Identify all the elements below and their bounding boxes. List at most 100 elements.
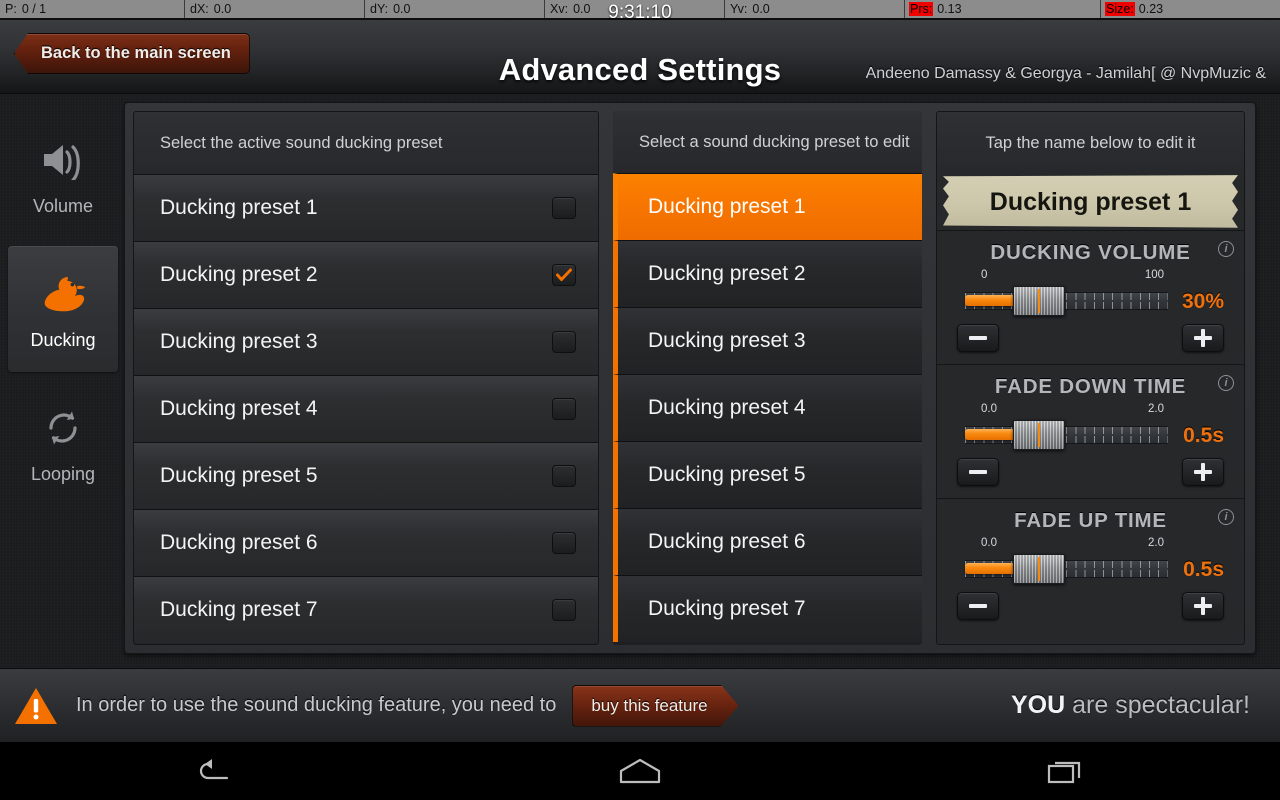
active-preset-checkbox[interactable]	[552, 398, 576, 420]
fade-up-time-control: FADE UP TIME i 0.0 2.0 0.5s	[937, 498, 1244, 632]
ducking-volume-control: DUCKING VOLUME i 0 100 30%	[937, 230, 1244, 364]
status-cell-dy: dY: 0.0	[364, 0, 544, 18]
fade-up-time-increment-button[interactable]	[1182, 592, 1224, 620]
fade-down-time-decrement-button[interactable]	[957, 458, 999, 486]
table-row[interactable]: Ducking preset 1	[134, 174, 598, 241]
control-title: DUCKING VOLUME	[990, 241, 1191, 264]
plus-icon-vertical	[1201, 597, 1205, 615]
ducking-volume-value: 30%	[1181, 290, 1224, 313]
main-content: Volume Ducking Looping Select the active…	[0, 94, 1280, 668]
praise-strong: YOU	[1010, 691, 1066, 719]
status-key: Size:	[1105, 2, 1135, 16]
control-title: FADE DOWN TIME	[994, 375, 1187, 398]
plus-icon-vertical	[1201, 329, 1205, 347]
list-item[interactable]: Ducking preset 1	[613, 173, 922, 240]
slider-thumb[interactable]	[1013, 554, 1065, 584]
ducking-volume-slider[interactable]: 30%	[951, 284, 1230, 318]
praise-message: YOU are spectacular!	[1011, 691, 1250, 720]
preset-name-field[interactable]: Ducking preset 1	[943, 175, 1238, 228]
loop-icon	[41, 402, 85, 454]
status-key: P:	[5, 2, 17, 16]
scale-labels: 0.0 2.0	[965, 403, 1208, 417]
fade-up-time-decrement-button[interactable]	[957, 592, 999, 620]
sidebar-item-looping[interactable]: Looping	[8, 380, 118, 506]
edit-preset-list-header: Select a sound ducking preset to edit	[613, 111, 922, 173]
fade-down-time-control: FADE DOWN TIME i 0.0 2.0 0.5s	[937, 364, 1244, 498]
fade-down-time-slider[interactable]: 0.5s	[951, 418, 1230, 452]
list-item[interactable]: Ducking preset 3	[613, 307, 922, 374]
status-cell-dx: dX: 0.0	[184, 0, 364, 18]
fade-up-time-slider[interactable]: 0.5s	[951, 552, 1230, 586]
list-item[interactable]: Ducking preset 7	[613, 575, 922, 642]
slider-thumb[interactable]	[1013, 286, 1065, 316]
status-value: 0.23	[1138, 2, 1164, 16]
stepper-row	[951, 324, 1230, 352]
scale-labels: 0.0 2.0	[965, 537, 1208, 551]
list-item[interactable]: Ducking preset 2	[613, 240, 922, 307]
purchase-message: In order to use the sound ducking featur…	[76, 694, 557, 716]
sidebar-item-label: Ducking	[30, 329, 96, 350]
status-cell-pointer: P: 0 / 1	[0, 0, 184, 18]
active-preset-list-header: Select the active sound ducking preset	[134, 112, 598, 174]
table-row[interactable]: Ducking preset 4	[134, 375, 598, 442]
status-key: Xv:	[550, 2, 569, 16]
status-value: 0.0	[213, 2, 232, 16]
status-key: dY:	[370, 2, 389, 16]
active-preset-checkbox[interactable]	[552, 331, 576, 353]
status-cell-size: Size: 0.23	[1100, 0, 1280, 18]
status-value: 0.0	[573, 2, 591, 16]
status-key: dX:	[190, 2, 209, 16]
praise-rest: are spectacular!	[1065, 691, 1250, 719]
ducking-volume-increment-button[interactable]	[1182, 324, 1224, 352]
active-preset-checkbox[interactable]	[552, 264, 576, 286]
buy-this-feature-button[interactable]: buy this feature	[572, 685, 738, 727]
table-row[interactable]: Ducking preset 3	[134, 308, 598, 375]
debug-status-bar: P: 0 / 1 dX: 0.0 dY: 0.0 Xv: 0.0 Yv: 0.0…	[0, 0, 1280, 20]
sidebar-item-volume[interactable]: Volume	[8, 112, 118, 238]
active-preset-label: Ducking preset 6	[160, 531, 318, 554]
ducking-volume-decrement-button[interactable]	[957, 324, 999, 352]
list-item[interactable]: Ducking preset 6	[613, 508, 922, 575]
table-row[interactable]: Ducking preset 6	[134, 509, 598, 576]
fade-up-time-value: 0.5s	[1183, 558, 1224, 581]
active-preset-checkbox[interactable]	[552, 197, 576, 219]
active-preset-checkbox[interactable]	[552, 599, 576, 621]
preset-editor-header: Tap the name below to edit it	[937, 112, 1244, 174]
minus-icon	[969, 336, 987, 340]
status-value: 0.13	[937, 2, 962, 16]
warning-icon	[14, 686, 58, 726]
info-icon[interactable]: i	[1218, 241, 1234, 257]
info-icon[interactable]: i	[1218, 509, 1234, 525]
list-item[interactable]: Ducking preset 4	[613, 374, 922, 441]
fade-down-time-increment-button[interactable]	[1182, 458, 1224, 486]
table-row[interactable]: Ducking preset 7	[134, 576, 598, 643]
info-icon[interactable]: i	[1218, 375, 1234, 391]
slider-thumb[interactable]	[1013, 420, 1065, 450]
stepper-row	[951, 458, 1230, 486]
plus-icon-vertical	[1201, 463, 1205, 481]
stepper-row	[951, 592, 1230, 620]
ducking-panels: Select the active sound ducking preset D…	[124, 102, 1256, 654]
scale-max-label: 2.0	[1148, 537, 1164, 549]
sidebar-item-ducking[interactable]: Ducking	[8, 246, 118, 372]
active-preset-checkbox[interactable]	[552, 532, 576, 554]
status-cell-pressure: Prs: 0.13	[904, 0, 1100, 18]
now-playing-track-label: Andeeno Damassy & Georgya - Jamilah[ @ N…	[865, 65, 1266, 82]
app-root: P: 0 / 1 dX: 0.0 dY: 0.0 Xv: 0.0 Yv: 0.0…	[0, 0, 1280, 800]
status-key: Yv:	[730, 2, 748, 16]
fade-down-time-value: 0.5s	[1183, 424, 1224, 447]
table-row[interactable]: Ducking preset 5	[134, 442, 598, 509]
list-item[interactable]: Ducking preset 5	[613, 441, 922, 508]
android-navigation-bar	[0, 742, 1280, 800]
edit-preset-list: Select a sound ducking preset to edit Du…	[613, 111, 922, 645]
table-row[interactable]: Ducking preset 2	[134, 241, 598, 308]
home-icon[interactable]	[580, 742, 700, 800]
recents-icon[interactable]	[1007, 742, 1127, 800]
scale-min-label: 0	[981, 269, 988, 281]
back-icon[interactable]	[153, 742, 273, 800]
active-preset-label: Ducking preset 2	[160, 263, 318, 286]
active-preset-checkbox[interactable]	[552, 465, 576, 487]
app-header: Back to the main screen Advanced Setting…	[0, 20, 1280, 94]
preset-editor: Tap the name below to edit it Ducking pr…	[936, 111, 1245, 645]
scale-labels: 0 100	[965, 269, 1208, 283]
